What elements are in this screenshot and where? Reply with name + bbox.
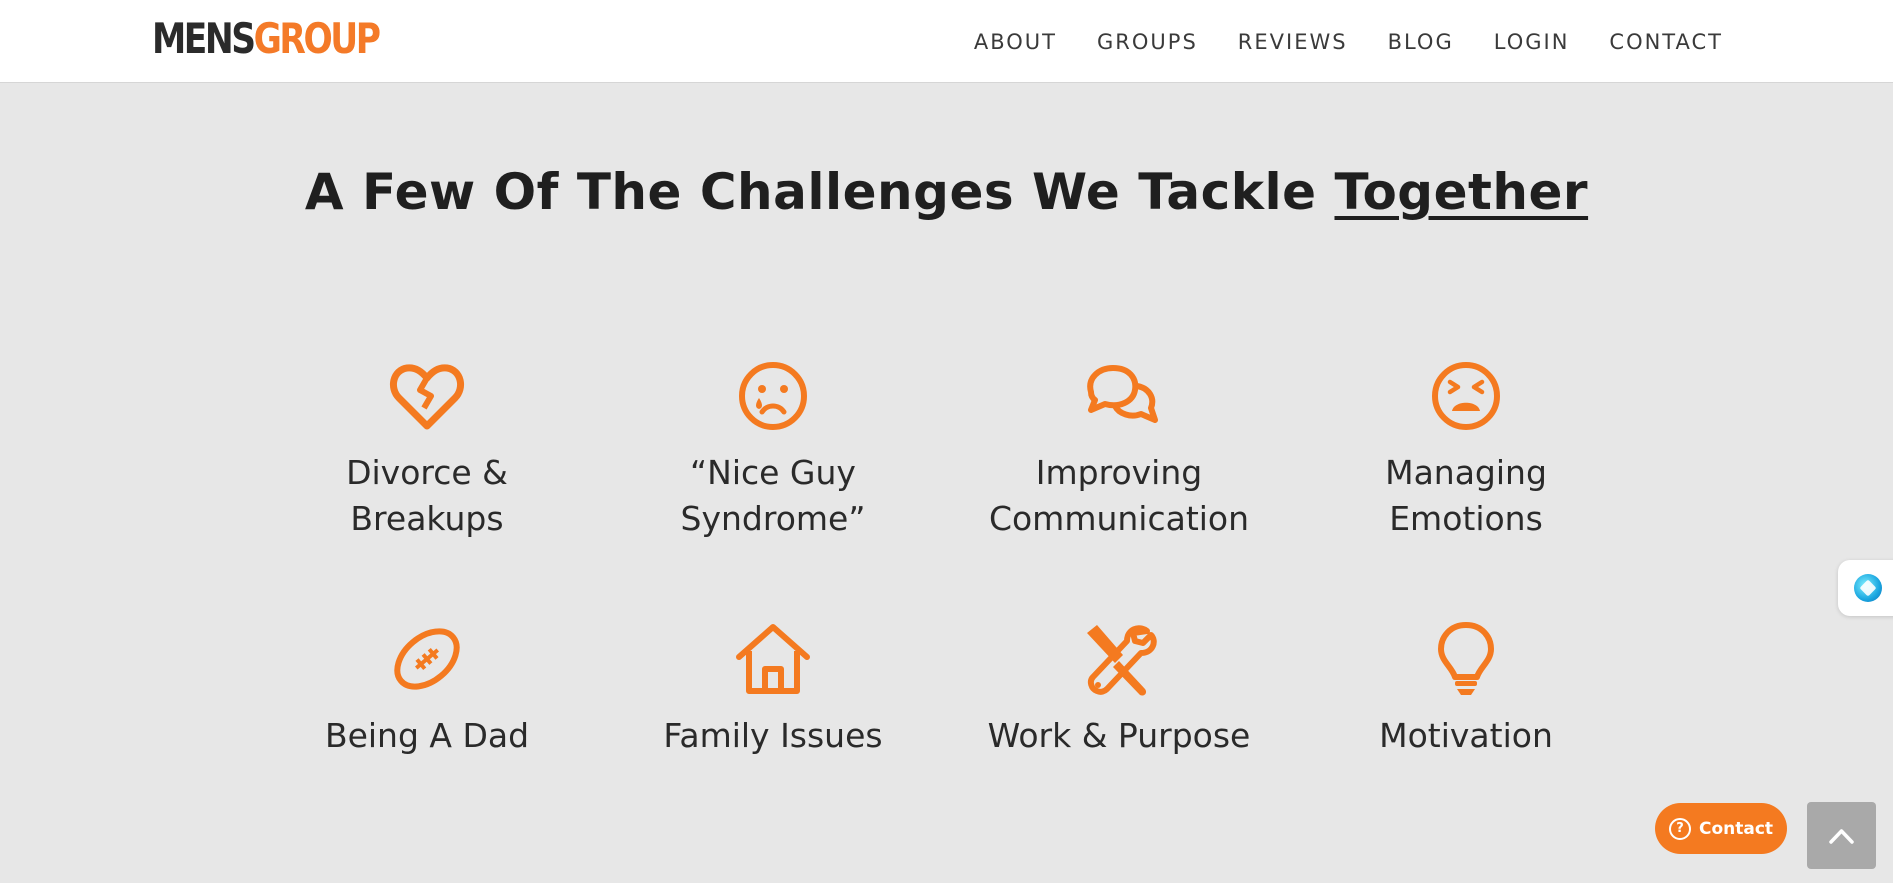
assistant-widget[interactable] (1838, 560, 1893, 616)
challenge-divorce: Divorce & Breakups (267, 356, 587, 542)
challenge-nice-guy: “Nice Guy Syndrome” (613, 356, 933, 542)
challenge-label: Managing Emotions (1385, 453, 1547, 538)
challenge-motivation: Motivation (1306, 619, 1626, 759)
crying-face-icon (739, 362, 807, 430)
scroll-to-top-button[interactable] (1807, 802, 1876, 869)
challenge-label: “Nice Guy Syndrome” (680, 453, 866, 538)
house-icon (736, 624, 810, 694)
football-icon (394, 628, 460, 690)
challenge-label: Being A Dad (324, 716, 530, 755)
contact-button-label: Contact (1698, 818, 1774, 839)
angry-face-icon (1432, 362, 1500, 430)
challenge-emotions: Managing Emotions (1306, 356, 1626, 542)
challenge-label: Improving Communication (988, 453, 1250, 538)
tools-icon (1087, 625, 1157, 696)
challenge-being-a-dad: Being A Dad (267, 619, 587, 759)
challenge-label: Motivation (1379, 716, 1553, 755)
help-icon: ? (1668, 817, 1691, 840)
challenge-label: Divorce & Breakups (346, 453, 508, 538)
chat-bubbles-icon (1087, 365, 1158, 423)
lightbulb-icon (1438, 622, 1494, 695)
floating-contact-button[interactable]: ? Contact (1655, 803, 1787, 854)
challenges-grid: Divorce & Breakups “Nice Guy Syndrome” I… (0, 0, 1893, 883)
challenge-label: Work & Purpose (987, 716, 1251, 755)
assistant-logo-icon (1854, 574, 1882, 602)
challenge-communication: Improving Communication (959, 356, 1279, 542)
chevron-up-icon (1829, 829, 1854, 844)
challenge-label: Family Issues (663, 716, 883, 755)
broken-heart-icon (389, 364, 465, 430)
challenge-family-issues: Family Issues (613, 619, 933, 759)
challenge-work-purpose: Work & Purpose (959, 619, 1279, 759)
